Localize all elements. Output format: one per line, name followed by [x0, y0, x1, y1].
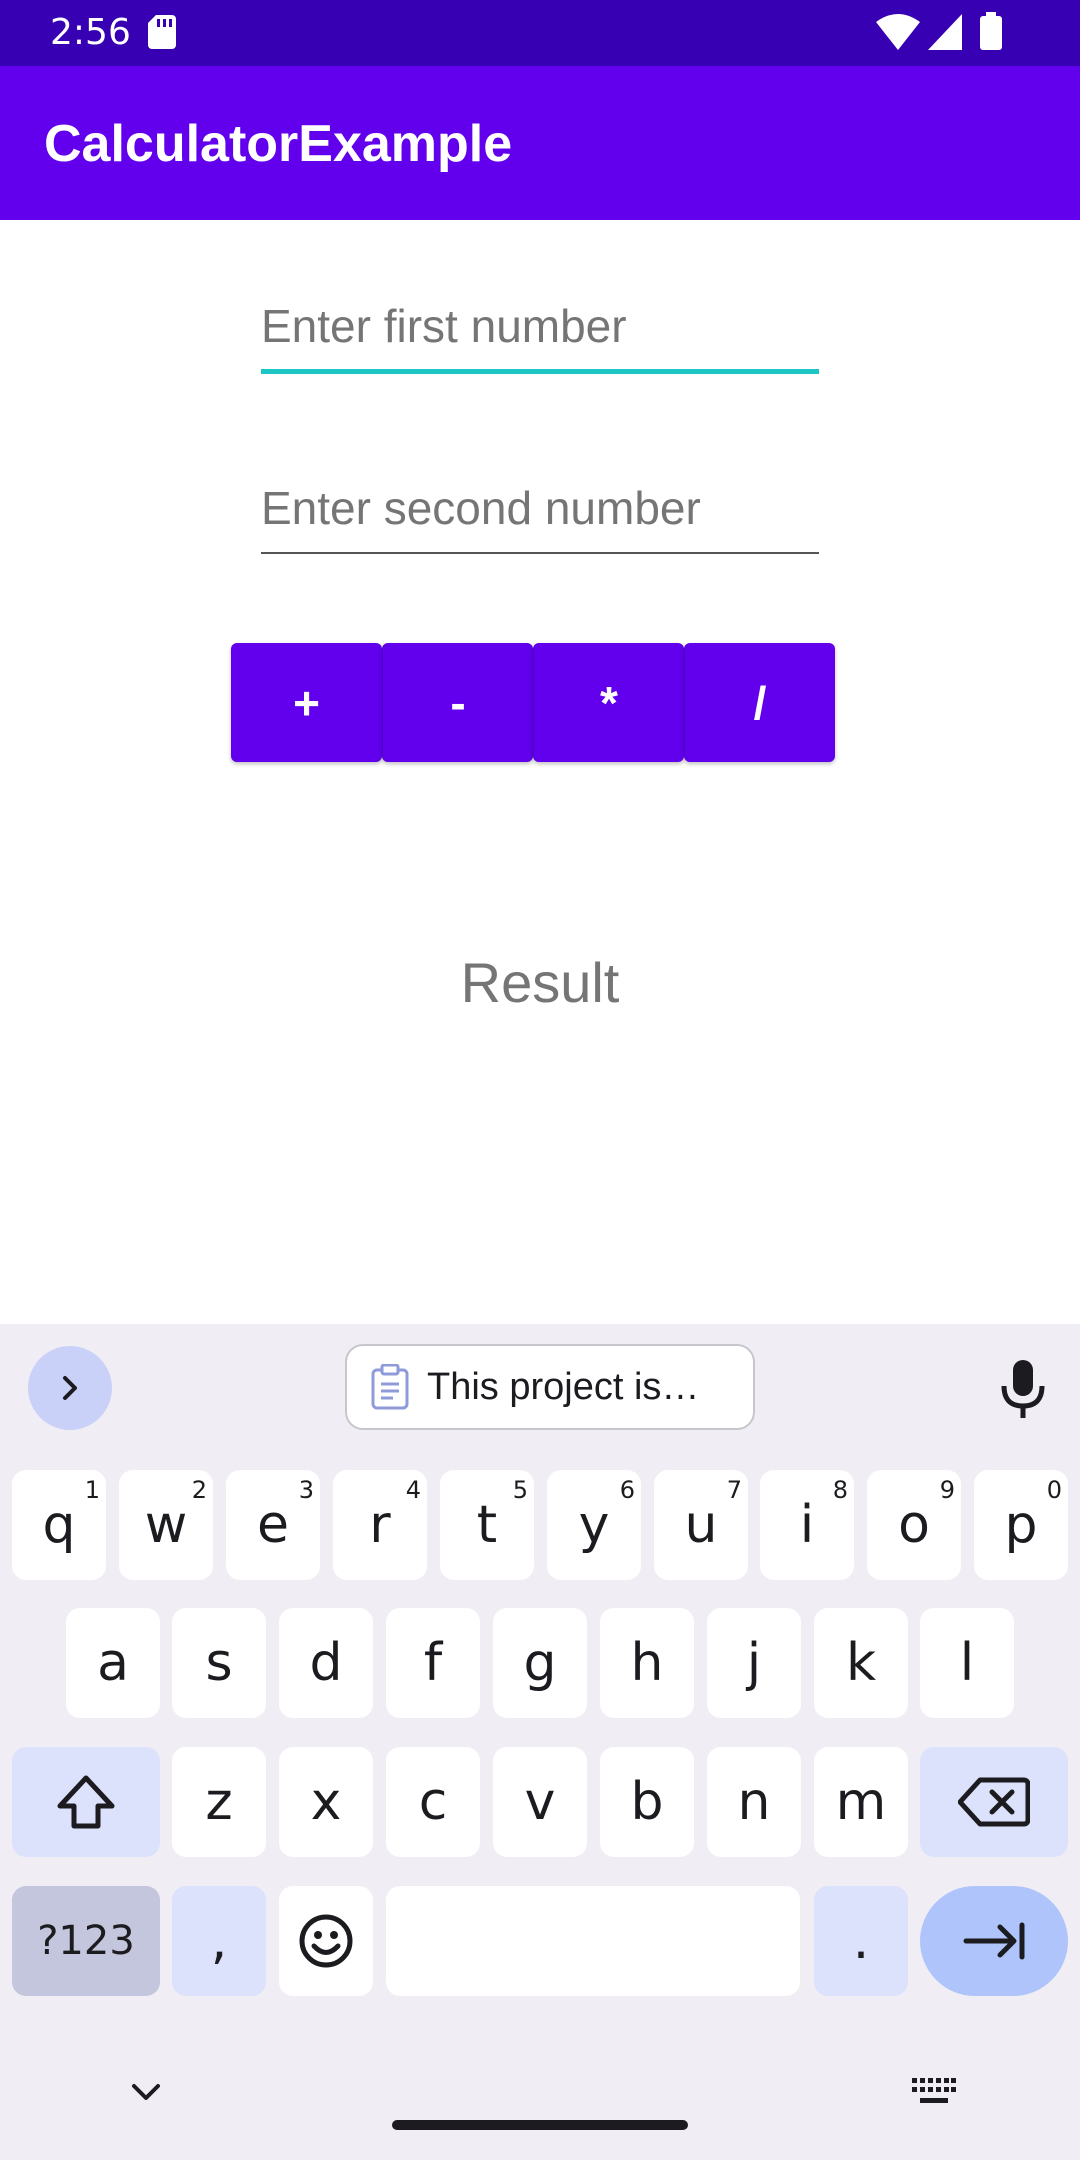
key-hint: 7: [726, 1476, 742, 1504]
multiply-button[interactable]: *: [533, 643, 684, 762]
key-a[interactable]: a: [66, 1608, 160, 1718]
key-hint: 4: [405, 1476, 421, 1504]
period-key[interactable]: .: [814, 1886, 908, 1996]
key-w[interactable]: w2: [119, 1470, 213, 1580]
key-label: r: [369, 1495, 391, 1555]
home-gesture-bar[interactable]: [392, 2120, 688, 2130]
key-e[interactable]: e3: [226, 1470, 320, 1580]
key-f[interactable]: f: [386, 1608, 480, 1718]
shift-icon: [57, 1775, 115, 1829]
symbols-key[interactable]: ?123: [12, 1886, 160, 1996]
key-k[interactable]: k: [814, 1608, 908, 1718]
key-hint: 2: [191, 1476, 207, 1504]
backspace-key[interactable]: [920, 1747, 1068, 1857]
key-hint: 3: [298, 1476, 314, 1504]
wifi-icon: [876, 14, 920, 50]
space-key[interactable]: [386, 1886, 800, 1996]
key-g[interactable]: g: [493, 1608, 587, 1718]
key-label: e: [257, 1495, 289, 1555]
key-t[interactable]: t5: [440, 1470, 534, 1580]
app-bar: CalculatorExample: [0, 66, 1080, 220]
app-title: CalculatorExample: [44, 115, 513, 173]
keyboard-switch-icon[interactable]: [912, 2078, 956, 2106]
key-hint: 8: [832, 1476, 848, 1504]
key-r[interactable]: r4: [333, 1470, 427, 1580]
second-number-input[interactable]: [261, 468, 819, 548]
divide-button[interactable]: /: [684, 643, 835, 762]
key-h[interactable]: h: [600, 1608, 694, 1718]
key-label: q: [42, 1495, 76, 1555]
key-hint: 6: [619, 1476, 635, 1504]
battery-icon: [980, 12, 1002, 50]
clipboard-suggestion-chip[interactable]: This project is…: [345, 1344, 755, 1430]
clipboard-suggestion-text: This project is…: [427, 1365, 700, 1408]
key-m[interactable]: m: [814, 1747, 908, 1857]
status-bar: 2:56: [0, 0, 1080, 66]
key-label: u: [684, 1495, 718, 1555]
key-label: o: [898, 1495, 930, 1555]
key-s[interactable]: s: [172, 1608, 266, 1718]
key-u[interactable]: u7: [654, 1470, 748, 1580]
subtract-button[interactable]: -: [382, 643, 533, 762]
operation-buttons: + - * /: [231, 643, 837, 762]
keyboard-toolbar: This project is…: [0, 1324, 1080, 1444]
microphone-icon[interactable]: [990, 1356, 1056, 1422]
add-button[interactable]: +: [231, 643, 382, 762]
key-label: p: [1004, 1495, 1038, 1555]
key-x[interactable]: x: [279, 1747, 373, 1857]
key-v[interactable]: v: [493, 1747, 587, 1857]
key-n[interactable]: n: [707, 1747, 801, 1857]
key-hint: 9: [939, 1476, 955, 1504]
key-label: y: [578, 1495, 610, 1555]
clipboard-icon: [371, 1364, 409, 1410]
status-time: 2:56: [50, 12, 131, 53]
key-label: t: [476, 1495, 498, 1555]
result-label: Result: [460, 951, 620, 1014]
first-number-field[interactable]: [261, 286, 819, 374]
first-number-underline: [261, 369, 819, 374]
key-j[interactable]: j: [707, 1608, 801, 1718]
enter-key[interactable]: [920, 1886, 1068, 1996]
soft-keyboard: This project is… q1 w2 e3 r4 t5 y6 u7 i8…: [0, 1324, 1080, 2160]
shift-key[interactable]: [12, 1747, 160, 1857]
key-i[interactable]: i8: [760, 1470, 854, 1580]
key-label: w: [144, 1495, 188, 1555]
keyboard-hide-chevron-icon[interactable]: [128, 2080, 164, 2104]
key-z[interactable]: z: [172, 1747, 266, 1857]
emoji-key[interactable]: [279, 1886, 373, 1996]
key-hint: 0: [1046, 1476, 1062, 1504]
keyboard-expand-button[interactable]: [28, 1346, 112, 1430]
key-q[interactable]: q1: [12, 1470, 106, 1580]
key-b[interactable]: b: [600, 1747, 694, 1857]
comma-key[interactable]: ,: [172, 1886, 266, 1996]
key-c[interactable]: c: [386, 1747, 480, 1857]
tab-arrow-icon: [963, 1922, 1025, 1960]
key-label: i: [799, 1495, 815, 1555]
cell-signal-icon: [928, 14, 962, 50]
key-hint: 5: [512, 1476, 528, 1504]
emoji-icon: [299, 1914, 353, 1968]
second-number-underline: [261, 552, 819, 554]
key-l[interactable]: l: [920, 1608, 1014, 1718]
chevron-right-icon: [63, 1376, 77, 1400]
key-o[interactable]: o9: [867, 1470, 961, 1580]
backspace-icon: [958, 1777, 1030, 1827]
key-y[interactable]: y6: [547, 1470, 641, 1580]
key-hint: 1: [84, 1476, 100, 1504]
key-p[interactable]: p0: [974, 1470, 1068, 1580]
sd-card-icon: [148, 15, 176, 49]
key-d[interactable]: d: [279, 1608, 373, 1718]
first-number-input[interactable]: [261, 286, 819, 366]
second-number-field[interactable]: [261, 468, 819, 554]
